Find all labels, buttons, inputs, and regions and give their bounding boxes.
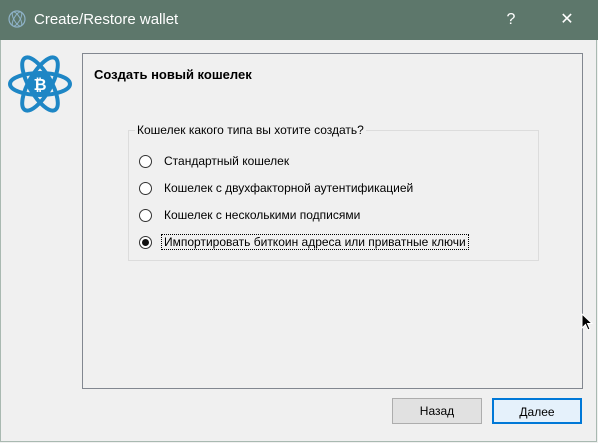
svg-text:₿: ₿ [33, 75, 46, 94]
option-multisig-wallet[interactable]: Кошелек с несколькими подписями [139, 205, 362, 225]
option-label[interactable]: Кошелек с двухфакторной аутентификацией [162, 181, 415, 195]
mouse-cursor-icon [581, 313, 593, 331]
radio-button[interactable] [139, 154, 152, 168]
page-title: Создать новый кошелек [94, 67, 252, 82]
wallet-type-group: Кошелек какого типа вы хотите создать? С… [128, 123, 539, 261]
help-button[interactable]: ? [501, 8, 521, 32]
electrum-logo-icon: ₿ [8, 55, 72, 113]
option-2fa-wallet[interactable]: Кошелек с двухфакторной аутентификацией [139, 178, 415, 198]
back-button[interactable]: Назад [392, 398, 482, 424]
option-label[interactable]: Стандартный кошелек [162, 154, 291, 168]
wallet-type-question: Кошелек какого типа вы хотите создать? [135, 123, 366, 137]
electrum-app-icon [8, 10, 26, 28]
wizard-page: Создать новый кошелек Кошелек какого тип… [82, 53, 583, 389]
radio-button-checked[interactable] [139, 235, 152, 249]
radio-button[interactable] [139, 181, 152, 195]
option-standard-wallet[interactable]: Стандартный кошелек [139, 151, 291, 171]
window-title: Create/Restore wallet [34, 11, 179, 28]
option-label[interactable]: Импортировать биткоин адреса или приватн… [161, 234, 469, 250]
radio-button[interactable] [139, 208, 152, 222]
option-label[interactable]: Кошелек с несколькими подписями [162, 208, 362, 222]
close-button[interactable]: ✕ [557, 8, 577, 32]
option-import-keys[interactable]: Импортировать биткоин адреса или приватн… [139, 232, 469, 252]
title-bar: Create/Restore wallet ? ✕ [0, 0, 598, 40]
next-button[interactable]: Далее [492, 398, 582, 424]
